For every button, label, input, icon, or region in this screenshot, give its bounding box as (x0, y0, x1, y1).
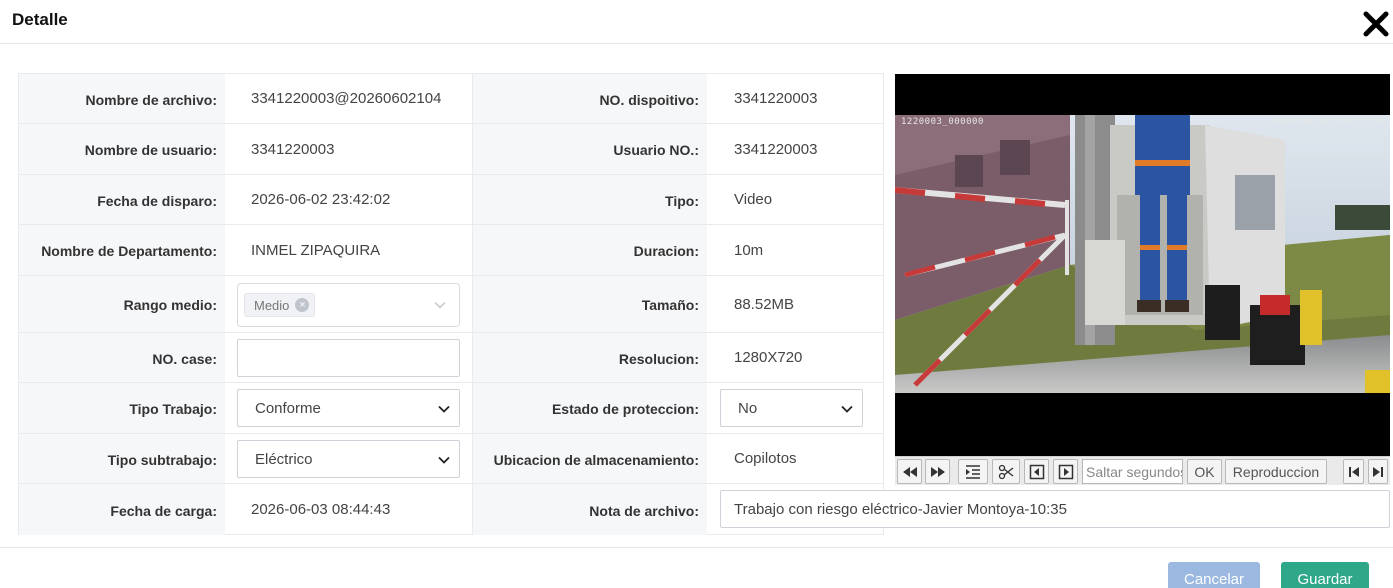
close-icon[interactable] (1362, 10, 1390, 38)
tipo-subtrabajo-value: Eléctrico (255, 450, 313, 468)
rewind-button[interactable] (897, 459, 922, 484)
osd-device-id: 1220003_000000 (901, 117, 984, 127)
form-row: Fecha de carga: 2026-06-03 08:44:43 Nota… (19, 484, 1390, 535)
playlist-button[interactable] (958, 459, 988, 484)
label-usuario-no: Usuario NO.: (472, 124, 707, 174)
label-ubicacion: Ubicacion de almacenamiento: (472, 434, 707, 483)
label-tipo-subtrabajo: Tipo subtrabajo: (19, 434, 225, 483)
rango-medio-select[interactable]: Medio × (237, 283, 460, 327)
nota-archivo-input[interactable]: Trabajo con riesgo eléctrico-Javier Mont… (720, 490, 1390, 528)
form-row: Fecha de disparo: 2026-06-02 23:42:02 Ti… (19, 175, 883, 225)
form-row: Rango medio: Medio × Tamaño: 88.52MB (19, 276, 883, 333)
prev-frame-button[interactable] (1024, 459, 1049, 484)
playback-button[interactable]: Reproduccion (1225, 459, 1327, 484)
video-controls: Saltar segundos OK Reproduccion (895, 456, 1390, 485)
label-fecha-carga: Fecha de carga: (19, 484, 225, 535)
value-fecha-carga: 2026-06-03 08:44:43 (251, 501, 391, 518)
save-button[interactable]: Guardar (1281, 562, 1369, 588)
label-no-case: NO. case: (19, 333, 225, 382)
rango-medio-chip: Medio × (244, 293, 316, 317)
form-row: Nombre de archivo: 3341220003@2026060210… (19, 74, 883, 124)
label-tamano: Tamaño: (472, 276, 707, 332)
dialog-footer: Cancelar Guardar (0, 547, 1393, 588)
next-frame-button[interactable] (1053, 459, 1078, 484)
chevron-down-icon (438, 405, 450, 413)
tipo-trabajo-value: Conforme (255, 399, 321, 417)
skip-start-icon (1348, 466, 1359, 477)
scissors-icon (998, 464, 1014, 479)
value-resolucion: 1280X720 (734, 349, 803, 366)
form-row: Tipo subtrabajo: Eléctrico Ubicacion de … (19, 434, 883, 484)
video-frame (895, 115, 1390, 393)
label-tipo-trabajo: Tipo Trabajo: (19, 383, 225, 433)
detail-form: Nombre de archivo: 3341220003@2026060210… (18, 73, 1390, 535)
rewind-icon (902, 466, 917, 477)
seek-ok-button[interactable]: OK (1187, 459, 1222, 484)
label-departamento: Nombre de Departamento: (19, 225, 225, 275)
value-tipo: Video (734, 191, 773, 208)
form-row: NO. case: Resolucion: 1280X720 (19, 333, 883, 383)
value-no-dispositivo: 3341220003 (734, 90, 818, 107)
form-row: Tipo Trabajo: Conforme Estado de protecc… (19, 383, 883, 434)
label-fecha-disparo: Fecha de disparo: (19, 175, 225, 224)
chip-label: Medio (254, 297, 290, 313)
label-nota-archivo: Nota de archivo: (472, 484, 707, 535)
label-estado-proteccion: Estado de proteccion: (472, 383, 707, 433)
estado-proteccion-value: No (738, 399, 758, 417)
chevron-down-icon (434, 302, 446, 309)
step-forward-icon (1058, 464, 1073, 479)
value-fecha-disparo: 2026-06-02 23:42:02 (251, 191, 391, 208)
value-duracion: 10m (734, 241, 764, 259)
chip-remove-icon[interactable]: × (295, 298, 310, 312)
value-departamento: INMEL ZIPAQUIRA (251, 241, 381, 259)
skip-end-icon (1373, 466, 1383, 477)
label-resolucion: Resolucion: (472, 333, 707, 382)
tipo-subtrabajo-select[interactable]: Eléctrico (237, 440, 460, 478)
osd-timestamp: 2026-06-02 10:32:18 (1271, 117, 1384, 127)
step-back-icon (1029, 464, 1044, 479)
estado-proteccion-select[interactable]: No (720, 389, 863, 427)
value-nombre-archivo: 3341220003@20260602104 (251, 90, 442, 107)
cancel-button[interactable]: Cancelar (1168, 562, 1260, 588)
fast-forward-button[interactable] (925, 459, 950, 484)
form-row: Nombre de Departamento: INMEL ZIPAQUIRA … (19, 225, 883, 276)
seek-seconds-input[interactable]: Saltar segundos (1082, 459, 1183, 484)
value-nombre-usuario: 3341220003 (251, 140, 335, 158)
video-player[interactable]: 1220003_000000 2026-06-02 10:32:18 (895, 74, 1390, 456)
skip-start-button[interactable] (1343, 459, 1364, 484)
label-rango-medio: Rango medio: (19, 276, 225, 332)
list-indent-icon (966, 464, 980, 479)
value-tamano: 88.52MB (734, 295, 795, 313)
skip-end-button[interactable] (1368, 459, 1388, 484)
label-nombre-archivo: Nombre de archivo: (19, 74, 225, 123)
tipo-trabajo-select[interactable]: Conforme (237, 389, 460, 427)
fast-forward-icon (930, 466, 945, 477)
label-tipo: Tipo: (472, 175, 707, 224)
label-no-dispositivo: NO. dispoitivo: (472, 74, 707, 123)
label-nombre-usuario: Nombre de usuario: (19, 124, 225, 174)
chevron-down-icon (438, 456, 450, 464)
dialog-header: Detalle (0, 0, 1393, 44)
chevron-down-icon (841, 405, 853, 413)
form-row: Nombre de usuario: 3341220003 Usuario NO… (19, 124, 883, 175)
value-ubicacion: Copilotos (734, 450, 797, 467)
value-usuario-no: 3341220003 (734, 140, 818, 158)
label-duracion: Duracion: (472, 225, 707, 275)
no-case-input[interactable] (237, 339, 460, 377)
clip-button[interactable] (992, 459, 1020, 484)
dialog-title: Detalle (12, 10, 68, 29)
